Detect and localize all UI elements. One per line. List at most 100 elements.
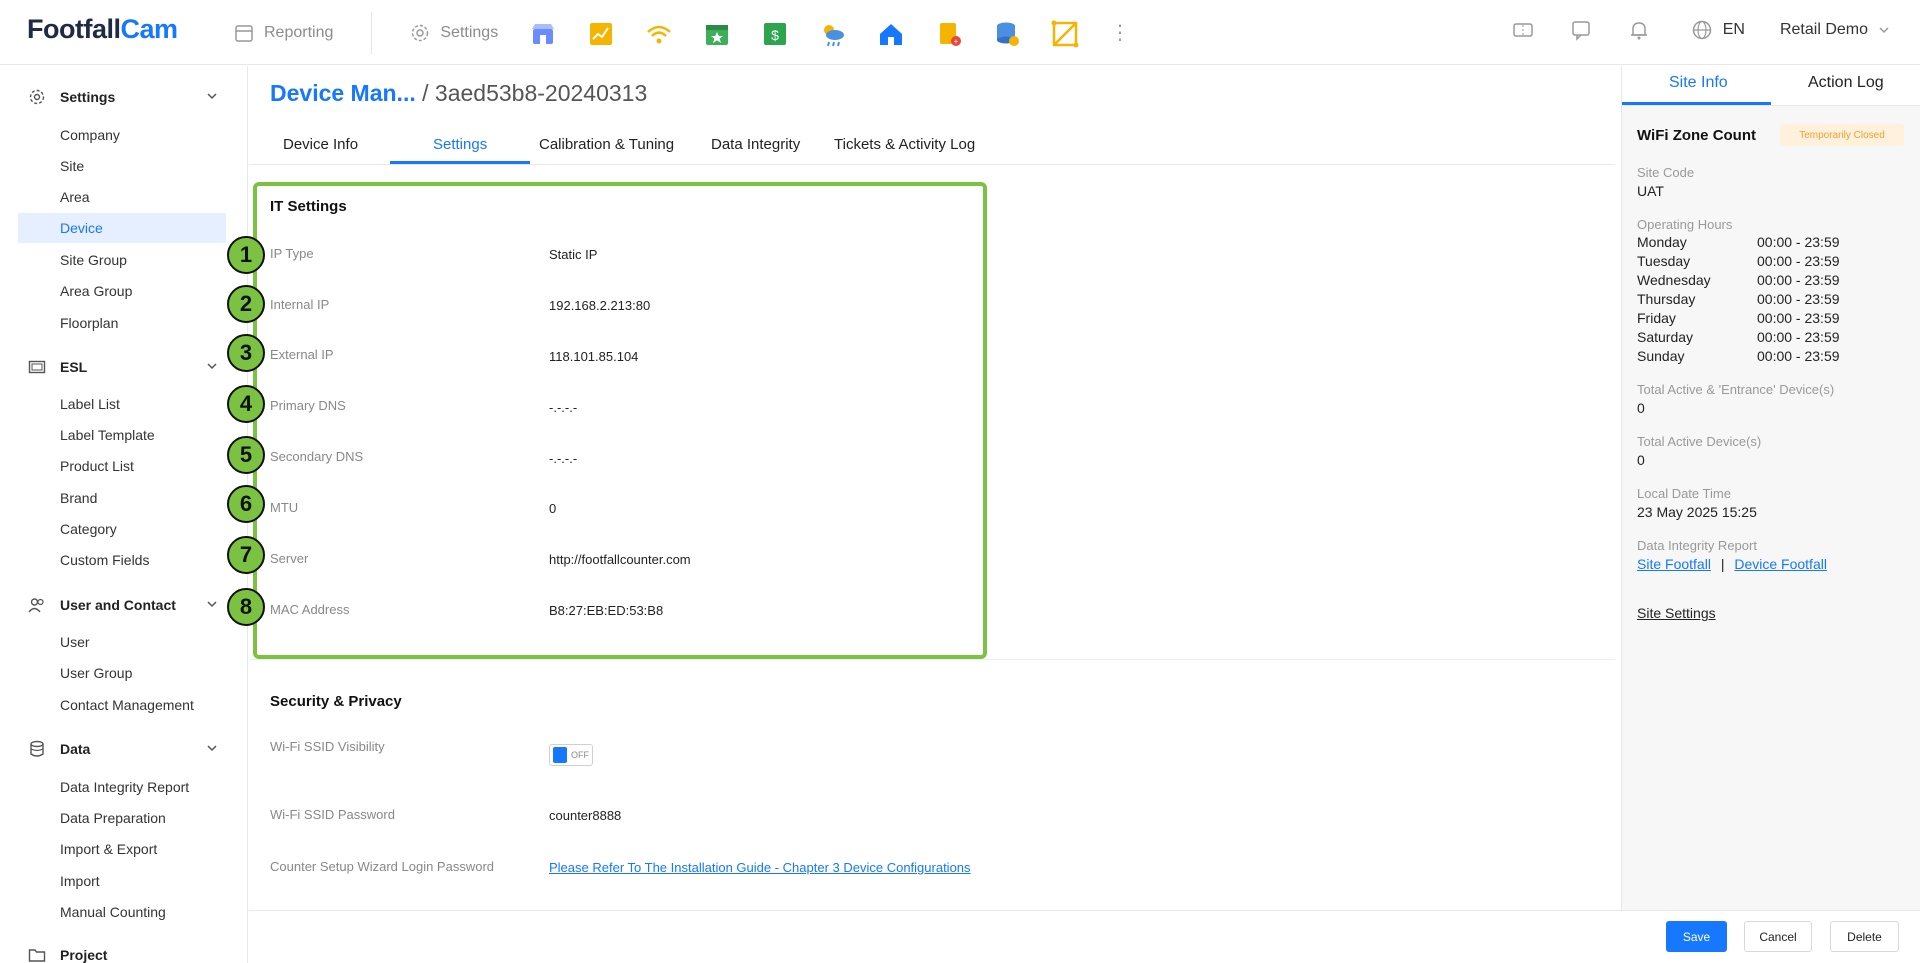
sidebar-item-label-template[interactable]: Label Template	[60, 427, 155, 443]
field-label-mac-address: MAC Address	[270, 602, 350, 617]
sidebar-section-data[interactable]: Data	[28, 740, 218, 758]
tab-tickets-activity-log[interactable]: Tickets & Activity Log	[834, 136, 975, 153]
document-alert-icon[interactable]: +	[934, 19, 964, 49]
callout-badge: 6	[227, 485, 265, 523]
left-sidebar: Settings Company Site Area Device Site G…	[0, 66, 248, 963]
nav-reporting[interactable]: Reporting	[234, 23, 333, 43]
sidebar-item-contact-management[interactable]: Contact Management	[60, 697, 194, 713]
sidebar-item-area[interactable]: Area	[60, 189, 90, 205]
home-icon[interactable]	[876, 19, 906, 49]
sidebar-item-site[interactable]: Site	[60, 158, 84, 174]
field-value-secondary-dns: -.-.-.-	[549, 451, 578, 466]
field-value-mtu: 0	[549, 501, 557, 516]
field-value-primary-dns: -.-.-.-	[549, 400, 578, 415]
field-label-secondary-dns: Secondary DNS	[270, 449, 364, 464]
field-value-external-ip: 118.101.85.104	[549, 349, 639, 364]
sidebar-item-category[interactable]: Category	[60, 521, 117, 537]
hours-day: Monday	[1637, 234, 1687, 250]
installation-guide-link[interactable]: Please Refer To The Installation Guide -…	[549, 860, 971, 875]
footfallcam-logo[interactable]: FootfallCam	[27, 14, 178, 45]
hours-time: 00:00 - 23:59	[1757, 310, 1840, 326]
sidebar-item-manual-counting[interactable]: Manual Counting	[60, 904, 166, 920]
folder-icon	[28, 949, 46, 962]
sidebar-item-user-group[interactable]: User Group	[60, 665, 132, 681]
callout-badge: 2	[227, 285, 265, 323]
tab-site-info[interactable]: Site Info	[1669, 74, 1728, 92]
sidebar-item-device[interactable]: Device	[18, 213, 226, 243]
tab-settings[interactable]: Settings	[433, 136, 487, 153]
sidebar-item-custom-fields[interactable]: Custom Fields	[60, 552, 149, 568]
sidebar-item-brand[interactable]: Brand	[60, 490, 97, 506]
field-label-ssid-password: Wi-Fi SSID Password	[270, 807, 395, 822]
sidebar-item-area-group[interactable]: Area Group	[60, 283, 132, 299]
callout-badge: 4	[227, 385, 265, 423]
sidebar-item-site-group[interactable]: Site Group	[60, 252, 127, 268]
sidebar-item-data-preparation[interactable]: Data Preparation	[60, 810, 166, 826]
sidebar-section-settings[interactable]: Settings	[28, 88, 218, 106]
gear-icon	[29, 89, 45, 105]
sidebar-item-import-export[interactable]: Import & Export	[60, 841, 157, 857]
sidebar-item-floorplan[interactable]: Floorplan	[60, 315, 118, 331]
chevron-down-icon	[207, 93, 217, 100]
sidebar-section-label: ESL	[60, 359, 88, 375]
sidebar-section-user-and-contact[interactable]: User and Contact	[28, 596, 218, 614]
sidebar-item-label-list[interactable]: Label List	[60, 396, 120, 412]
store-icon[interactable]	[528, 19, 558, 49]
more-apps-icon[interactable]: ⋮	[1110, 20, 1130, 46]
callout-badge: 1	[227, 236, 265, 274]
field-value-mac-address: B8:27:EB:ED:53:B8	[549, 603, 664, 618]
hours-time: 00:00 - 23:59	[1757, 272, 1840, 288]
field-value-internal-ip: 192.168.2.213:80	[549, 298, 651, 313]
field-label-internal-ip: Internal IP	[270, 297, 330, 312]
field-value-server: http://footfallcounter.com	[549, 552, 691, 567]
account-menu[interactable]: Retail Demo	[1780, 21, 1890, 39]
weather-icon[interactable]	[818, 19, 848, 49]
device-footfall-link[interactable]: Device Footfall	[1734, 556, 1827, 572]
breadcrumb-root-link[interactable]: Device Man...	[270, 80, 416, 106]
bell-icon[interactable]	[1627, 18, 1651, 42]
field-label-primary-dns: Primary DNS	[270, 398, 346, 413]
sidebar-section-label: User and Contact	[60, 597, 176, 613]
tab-data-integrity[interactable]: Data Integrity	[711, 136, 800, 153]
delete-button[interactable]: Delete	[1830, 921, 1899, 952]
sidebar-item-data-integrity-report[interactable]: Data Integrity Report	[60, 779, 189, 795]
site-footfall-link[interactable]: Site Footfall	[1637, 556, 1711, 572]
field-label-ip-type: IP Type	[270, 246, 314, 261]
tab-calibration-tuning[interactable]: Calibration & Tuning	[539, 136, 674, 153]
database-icon[interactable]	[992, 19, 1022, 49]
main-content: Device Man... / 3aed53b8-20240313 Device…	[227, 66, 1621, 910]
tabs-divider	[249, 164, 1615, 165]
globe-icon	[1692, 20, 1711, 40]
chat-icon[interactable]	[1569, 18, 1593, 42]
project-network-icon[interactable]	[1050, 19, 1080, 49]
tab-action-log[interactable]: Action Log	[1808, 74, 1884, 92]
users-icon	[28, 598, 44, 613]
cancel-button[interactable]: Cancel	[1744, 921, 1812, 952]
app-shortcut-bar: $ +	[528, 19, 1080, 49]
sidebar-item-product-list[interactable]: Product List	[60, 458, 134, 474]
calendar-star-icon[interactable]	[702, 19, 732, 49]
sidebar-section-esl[interactable]: ESL	[28, 358, 218, 376]
action-footer: Save Cancel Delete	[249, 910, 1920, 963]
site-settings-link[interactable]: Site Settings	[1637, 605, 1716, 621]
ssid-visibility-toggle[interactable]: OFF	[549, 744, 593, 766]
sales-icon[interactable]: $	[760, 19, 790, 49]
tab-device-info[interactable]: Device Info	[283, 136, 358, 153]
sidebar-item-company[interactable]: Company	[60, 127, 120, 143]
save-button[interactable]: Save	[1666, 921, 1727, 952]
callout-badge: 7	[227, 536, 265, 574]
logo-text-part1: Footfall	[27, 14, 121, 44]
language-selector[interactable]: EN	[1691, 19, 1745, 41]
integrity-links: Site Footfall | Device Footfall	[1637, 556, 1827, 572]
hours-time: 00:00 - 23:59	[1757, 234, 1840, 250]
sidebar-item-user[interactable]: User	[60, 634, 90, 650]
sidebar-item-import[interactable]: Import	[60, 873, 100, 889]
sidebar-section-project[interactable]: Project	[28, 946, 218, 963]
nav-settings[interactable]: Settings	[410, 23, 498, 43]
chart-icon[interactable]	[586, 19, 616, 49]
wifi-icon[interactable]	[644, 19, 674, 49]
active-devices-value: 0	[1637, 452, 1645, 468]
ticket-icon[interactable]	[1511, 18, 1535, 42]
breadcrumb-separator: /	[415, 80, 435, 106]
security-privacy-title: Security & Privacy	[270, 693, 402, 710]
